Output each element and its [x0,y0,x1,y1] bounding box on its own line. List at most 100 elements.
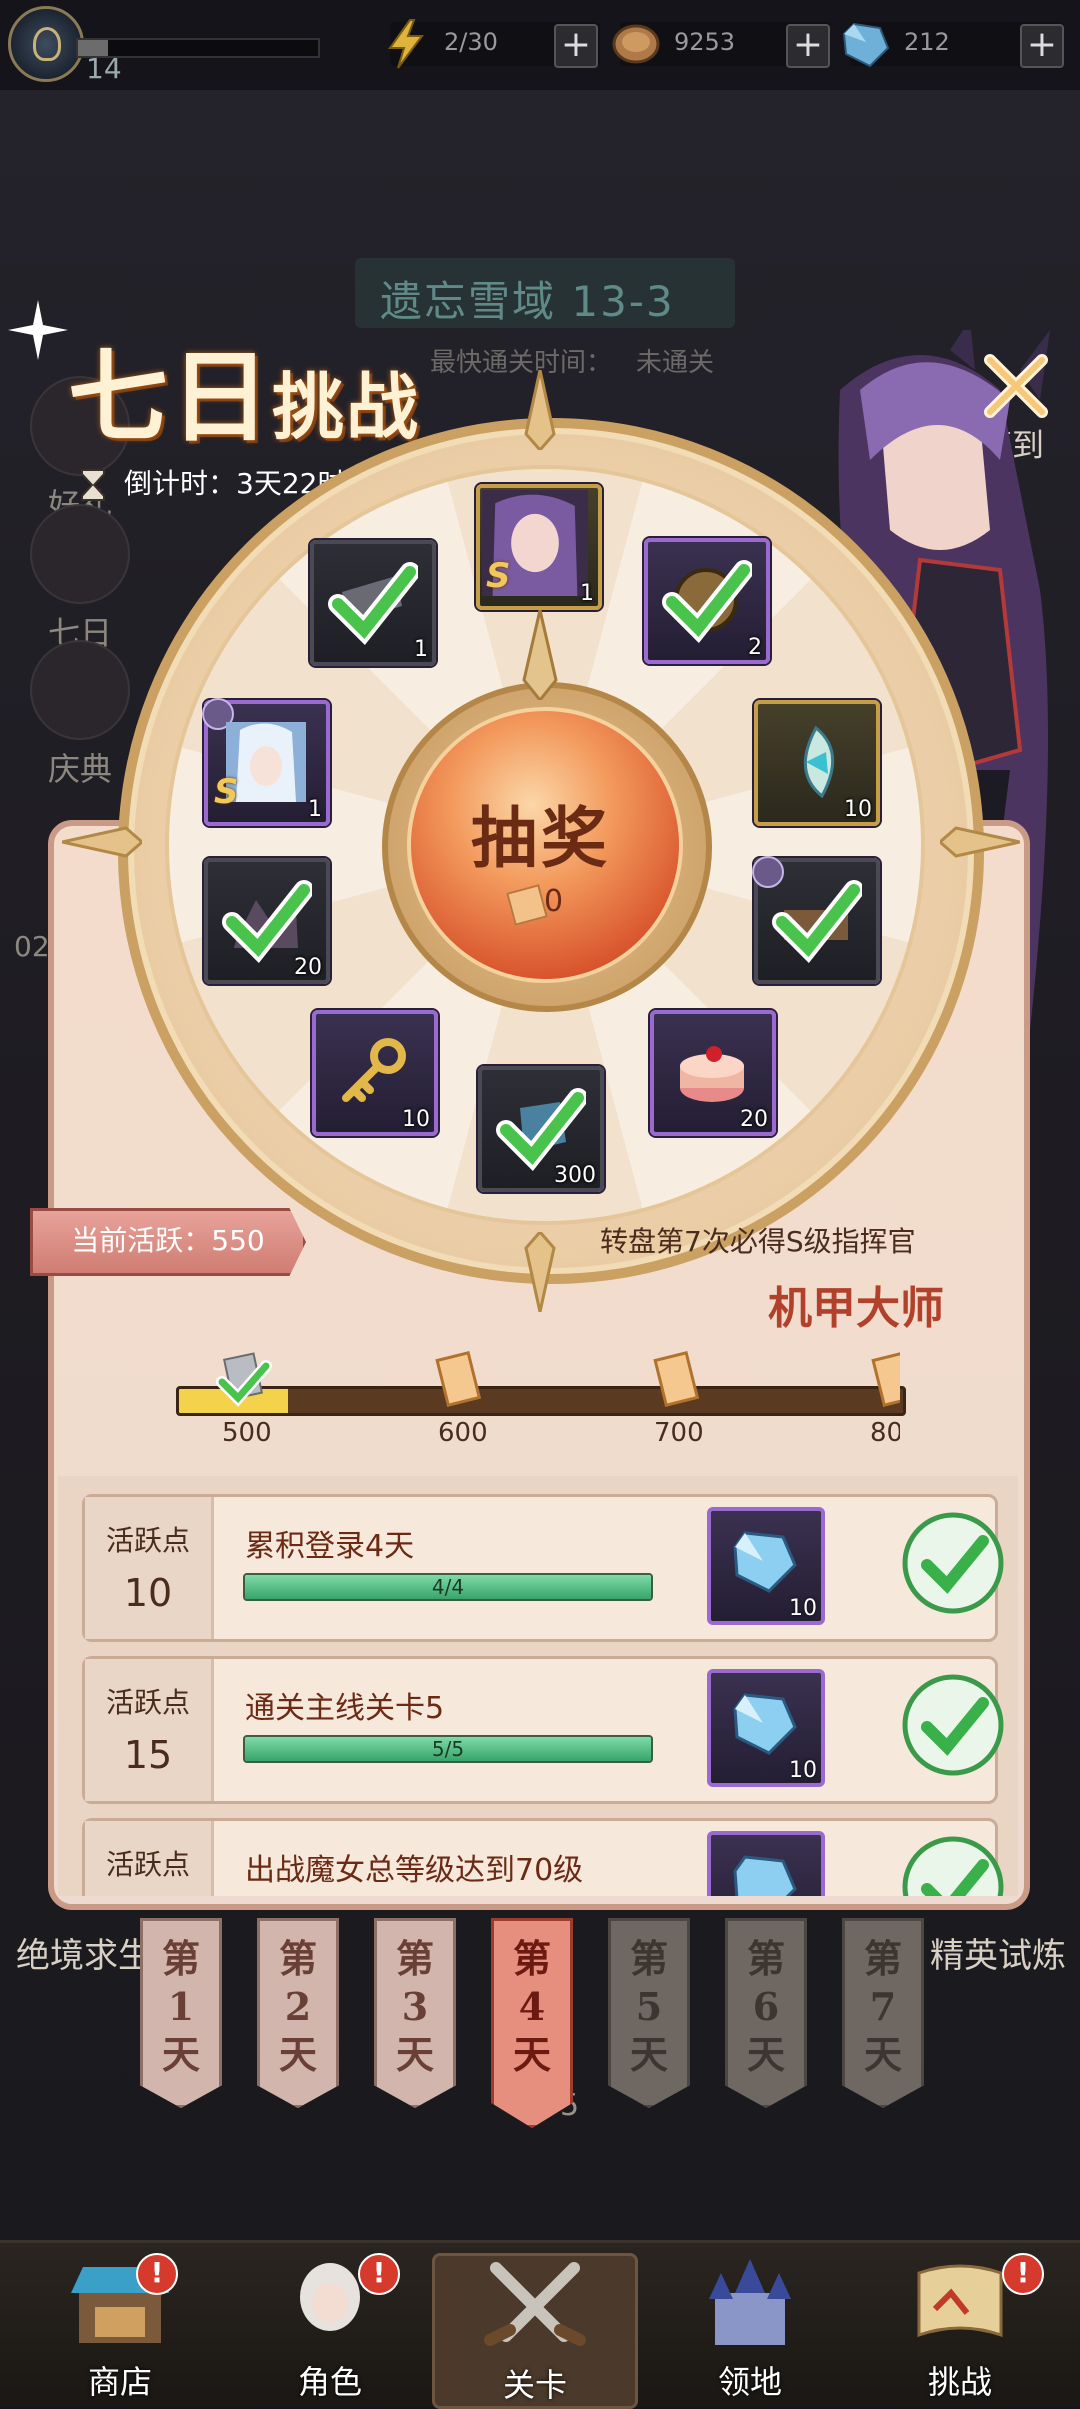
map-scroll-icon [917,2264,1003,2338]
milestone-label: 800 [870,1418,900,1448]
day-tab-3[interactable]: 第3天 [374,1918,456,2108]
stamina-add-button[interactable]: + [554,22,598,68]
wheel-left-spike-icon [62,826,142,858]
check-icon [222,880,312,964]
player-level-badge[interactable] [8,6,84,82]
task-progress-bar: 5/5 [243,1735,653,1763]
nav-territory[interactable]: 领地 [650,2253,850,2403]
check-icon [328,562,418,646]
gem-icon [733,1693,797,1755]
wheel-right-spike-icon [940,826,1020,858]
milestone-600-ticket-icon[interactable] [428,1350,488,1410]
notification-badge: ! [136,2253,178,2295]
coin-icon [612,24,660,64]
stage-title: 遗忘雪域 13-3 [380,277,675,326]
milestone-800-ticket-icon[interactable] [864,1350,900,1410]
wheel-bottom-spike-icon [524,1232,556,1312]
top-status-bar: 14 2/30 + 9253 + 212 + [0,0,1080,90]
task-row: 活跃点 10 累积登录4天 4/4 10 [82,1494,1004,1642]
wheel-slot-commander[interactable]: S 1 [476,484,602,610]
gold-add-button[interactable]: + [786,22,830,68]
wheel-slot-ticket[interactable]: 1 [310,540,436,666]
sparkle-icon [8,300,68,360]
side-seven-day[interactable]: 七日 [20,504,140,654]
milestone-label: 700 [654,1418,704,1448]
milestone-label: 600 [438,1418,488,1448]
check-icon [772,880,862,964]
player-level: 14 [86,52,122,85]
s-rank-icon: S [486,556,511,596]
task-completed-check-icon [902,1836,1004,1896]
gem-icon [733,1531,797,1593]
milestone-label: 500 [222,1418,272,1448]
task-description: 通关主线关卡5 [245,1691,445,1726]
current-activity-tag: 当前活跃：550 [30,1208,306,1276]
feather-crystal-icon [803,725,835,799]
notification-badge: ! [1002,2253,1044,2295]
task-points: 活跃点 15 [85,1659,214,1801]
key-icon [342,1038,406,1102]
hourglass-icon [81,469,105,501]
guarantee-text: 转盘第7次必得S级指挥官 [600,1225,916,1258]
bottom-navigation: 商店 ! 角色 ! 关卡 领地 挑战 ! [0,2240,1080,2409]
wheel-slot-key[interactable]: 10 [312,1010,438,1136]
milestone-500-claimed-icon[interactable] [214,1350,274,1410]
draw-ticket-count: 0 [544,884,564,919]
wheel-slot-gem-pack[interactable]: 300 [478,1066,604,1192]
gem-add-button[interactable]: + [1020,22,1064,68]
activity-progress-bar [176,1386,906,1416]
nav-battle[interactable]: 挑战 ! [860,2253,1060,2403]
task-list[interactable]: 活跃点 10 累积登录4天 4/4 10 活跃点 15 通关主线关卡5 5/5 10… [58,1476,1018,1896]
task-progress-bar: 4/4 [243,1573,653,1601]
task-points: 活跃点 [85,1821,214,1896]
task-description: 累积登录4天 [245,1529,415,1564]
wheel-slot-commander-2[interactable]: S 1 [202,698,330,826]
wheel-slot-feather-crystal[interactable]: 10 [754,700,880,826]
task-description: 出战魔女总等级达到70级 [245,1853,584,1888]
day-tab-1[interactable]: 第1天 [140,1918,222,2108]
side-partial-label: 02 [14,930,50,963]
side-survival-label[interactable]: 绝境求生 [16,1928,152,1977]
s-rank-icon: S [214,772,239,812]
task-completed-check-icon [902,1674,1004,1776]
task-row: 活跃点 出战魔女总等级达到70级 [82,1818,1004,1896]
close-icon[interactable] [976,346,1056,426]
task-points: 活跃点 10 [85,1497,214,1639]
wheel-slot-coin[interactable]: 2 [644,538,770,664]
gem-value: 212 [904,28,950,56]
lightning-icon [388,19,424,69]
gem-icon [733,1855,797,1896]
nav-role[interactable]: 角色 ! [230,2253,430,2403]
check-icon [496,1088,586,1172]
task-reward[interactable]: 10 [707,1669,825,1787]
gem-icon [842,22,890,68]
task-row: 活跃点 15 通关主线关卡5 5/5 10 [82,1656,1004,1804]
wheel-top-spike-icon [524,370,556,450]
nav-stage[interactable]: 关卡 [432,2253,638,2409]
gold-value: 9253 [674,28,736,56]
check-icon [662,560,752,644]
panel-title: 七日挑战 [68,338,421,456]
day-tab-5[interactable]: 第5天 [608,1918,690,2108]
guarantee-commander-name: 机甲大师 [768,1283,944,1334]
day-tab-4[interactable]: 第4天 [491,1918,573,2128]
side-festival[interactable]: 庆典 [20,640,140,790]
day-tab-6[interactable]: 第6天 [725,1918,807,2108]
wheel-pointer-icon [522,610,558,700]
milestone-700-ticket-icon[interactable] [646,1350,706,1410]
wheel-slot-cake[interactable]: 20 [650,1010,776,1136]
day-tab-2[interactable]: 第2天 [257,1918,339,2108]
nav-shop[interactable]: 商店 ! [20,2253,220,2403]
task-completed-check-icon [902,1512,1004,1614]
draw-label: 抽奖 [471,799,611,877]
wheel-slot-material-box[interactable] [752,856,880,984]
day-tab-7[interactable]: 第7天 [842,1918,924,2108]
wheel-slot-material-pile[interactable]: 20 [204,858,330,984]
side-elite-label[interactable]: 精英试炼 [930,1928,1066,1977]
notification-badge: ! [358,2253,400,2295]
cake-icon [680,1046,744,1102]
task-reward[interactable] [707,1831,825,1896]
crossed-swords-icon [484,2262,586,2346]
task-reward[interactable]: 10 [707,1507,825,1625]
castle-icon [709,2259,791,2345]
